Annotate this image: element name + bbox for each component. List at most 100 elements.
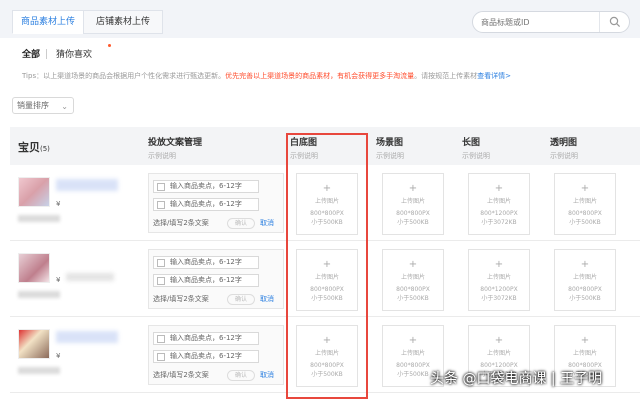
upload-scene-image[interactable]: + 上传图片 800*800PX 小于500KB <box>382 249 444 311</box>
watermark-text: 头条 @口袋电商课 | 王子明 <box>430 371 603 387</box>
tips-suffix: 。请按规范上传素材 <box>414 72 478 80</box>
copy-input-placeholder: 输入商品卖点，6-12字 <box>170 352 242 360</box>
copy-checkbox[interactable] <box>157 335 165 343</box>
tips-detail-link[interactable]: 查看详情> <box>477 72 511 80</box>
copy-input[interactable]: 输入商品卖点，6-12字 <box>153 198 259 211</box>
column-transparent-image: 透明图 示例说明 <box>550 135 578 161</box>
copy-input[interactable]: 输入商品卖点，6-12字 <box>153 180 259 193</box>
product-thumbnail[interactable] <box>18 177 50 207</box>
tab-shop-material[interactable]: 店铺素材上传 <box>83 10 163 34</box>
cancel-button[interactable]: 取消 <box>260 294 274 304</box>
copy-input[interactable]: 输入商品卖点，6-12字 <box>153 332 259 345</box>
tab-product-material[interactable]: 商品素材上传 <box>12 10 84 34</box>
copy-input[interactable]: 输入商品卖点，6-12字 <box>153 350 259 363</box>
upload-limit: 小于500KB <box>569 219 601 226</box>
search-icon <box>609 16 621 28</box>
search-button[interactable] <box>599 12 629 32</box>
copy-input-placeholder: 输入商品卖点，6-12字 <box>170 182 242 190</box>
copy-input-placeholder: 输入商品卖点，6-12字 <box>170 258 242 266</box>
copy-checkbox[interactable] <box>157 259 165 267</box>
price-symbol: ¥ <box>56 200 61 208</box>
subtab-guess-you-like[interactable]: 猜你喜欢 <box>56 47 92 60</box>
chevron-down-icon: ⌄ <box>61 102 68 111</box>
product-title-blurred <box>56 179 118 191</box>
tips-prefix: Tips：以上渠道场景的商品会根据用户个性化需求进行甄选更新。 <box>22 72 226 80</box>
upload-label: 上传图片 <box>400 350 425 357</box>
copy-input[interactable]: 输入商品卖点，6-12字 <box>153 256 259 269</box>
product-meta-blurred <box>18 215 60 222</box>
upload-label: 上传图片 <box>486 198 511 205</box>
column-scene-image: 场景图 示例说明 <box>376 135 404 161</box>
example-link[interactable]: 示例说明 <box>376 151 404 161</box>
copy-checkbox[interactable] <box>157 353 165 361</box>
product-title-blurred <box>56 331 118 343</box>
upload-limit: 小于500KB <box>569 295 601 302</box>
confirm-button[interactable]: 确认 <box>227 370 255 381</box>
copy-editor: 输入商品卖点，6-12字 输入商品卖点，6-12字 选择/填写2条文案 确认 取… <box>148 325 284 385</box>
upload-size: 800*800PX <box>396 286 430 293</box>
upload-long-image[interactable]: + 上传图片 800*1200PX 小于3072KB <box>468 173 530 235</box>
plus-icon: + <box>408 259 418 270</box>
product-column-title: 宝贝 <box>18 141 40 154</box>
product-thumbnail[interactable] <box>18 253 50 283</box>
search-input[interactable] <box>481 16 597 29</box>
upload-limit: 小于500KB <box>397 295 429 302</box>
plus-icon: + <box>580 183 590 194</box>
column-title: 长图 <box>462 138 481 148</box>
copy-input-placeholder: 输入商品卖点，6-12字 <box>170 200 242 208</box>
product-title-blurred <box>66 273 114 281</box>
upload-size: 800*800PX <box>396 210 430 217</box>
upload-size: 800*800PX <box>568 210 602 217</box>
confirm-button[interactable]: 确认 <box>227 294 255 305</box>
sort-dropdown[interactable]: 销量排序 ⌄ <box>12 97 74 114</box>
copy-checkbox[interactable] <box>157 201 165 209</box>
confirm-button[interactable]: 确认 <box>227 218 255 229</box>
sub-tab-bar: 全部 猜你喜欢 <box>0 38 640 66</box>
upload-limit: 小于500KB <box>397 219 429 226</box>
example-link[interactable]: 示例说明 <box>462 151 490 161</box>
product-meta-blurred <box>18 291 60 298</box>
top-tab-bar: 商品素材上传 店铺素材上传 <box>0 0 640 38</box>
example-link[interactable]: 示例说明 <box>148 151 202 161</box>
product-column-header: 宝贝(5) <box>18 139 50 155</box>
sort-label: 销量排序 <box>17 101 49 110</box>
cancel-button[interactable]: 取消 <box>260 218 274 228</box>
subtab-all[interactable]: 全部 <box>22 47 40 60</box>
copy-checkbox[interactable] <box>157 183 165 191</box>
copy-input-placeholder: 输入商品卖点，6-12字 <box>170 334 242 342</box>
upload-transparent-image[interactable]: + 上传图片 800*800PX 小于500KB <box>554 173 616 235</box>
copy-footer-label: 选择/填写2条文案 <box>153 219 209 227</box>
example-link[interactable]: 示例说明 <box>550 151 578 161</box>
cancel-button[interactable]: 取消 <box>260 370 274 380</box>
upload-label: 上传图片 <box>572 350 597 357</box>
plus-icon: + <box>494 259 504 270</box>
upload-long-image[interactable]: + 上传图片 800*1200PX 小于3072KB <box>468 249 530 311</box>
upload-scene-image[interactable]: + 上传图片 800*800PX 小于500KB <box>382 173 444 235</box>
copy-editor: 输入商品卖点，6-12字 输入商品卖点，6-12字 选择/填写2条文案 确认 取… <box>148 173 284 233</box>
upload-label: 上传图片 <box>572 198 597 205</box>
new-dot-badge <box>108 44 111 47</box>
plus-icon: + <box>580 335 590 346</box>
copy-input[interactable]: 输入商品卖点，6-12字 <box>153 274 259 287</box>
white-bg-column-highlight <box>286 133 368 399</box>
tips-highlight: 优先完善以上渠道场景的商品素材，有机会获得更多手淘流量 <box>225 72 415 80</box>
upload-label: 上传图片 <box>572 274 597 281</box>
upload-label: 上传图片 <box>486 350 511 357</box>
copy-footer-label: 选择/填写2条文案 <box>153 295 209 303</box>
copy-checkbox[interactable] <box>157 277 165 285</box>
upload-label: 上传图片 <box>486 274 511 281</box>
product-count: (5) <box>40 145 50 153</box>
upload-limit: 小于3072KB <box>481 295 517 302</box>
upload-size: 800*1200PX <box>480 210 518 217</box>
product-thumbnail[interactable] <box>18 329 50 359</box>
column-title: 投放文案管理 <box>148 138 203 148</box>
upload-limit: 小于3072KB <box>481 219 517 226</box>
price-symbol: ¥ <box>56 276 61 284</box>
upload-label: 上传图片 <box>400 274 425 281</box>
plus-icon: + <box>494 183 504 194</box>
copy-input-placeholder: 输入商品卖点，6-12字 <box>170 276 242 284</box>
upload-size: 800*800PX <box>568 286 602 293</box>
upload-transparent-image[interactable]: + 上传图片 800*800PX 小于500KB <box>554 249 616 311</box>
copy-editor: 输入商品卖点，6-12字 输入商品卖点，6-12字 选择/填写2条文案 确认 取… <box>148 249 284 309</box>
copy-footer-label: 选择/填写2条文案 <box>153 371 209 379</box>
